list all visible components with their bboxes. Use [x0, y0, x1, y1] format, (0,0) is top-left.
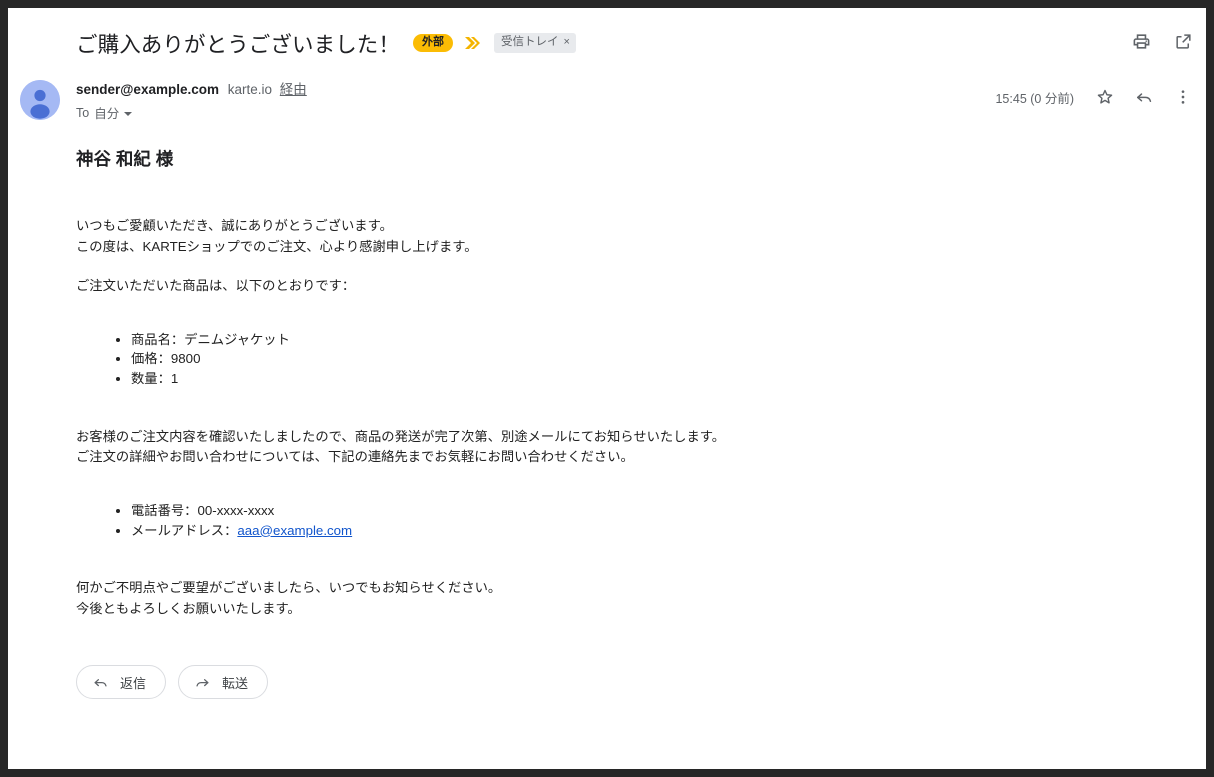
contact-email-link[interactable]: aaa@example.com — [237, 523, 352, 538]
order-items-list: 商品名：デニムジャケット 価格：9800 数量：1 — [76, 330, 1136, 389]
list-item: 電話番号：00-xxxx-xxxx — [131, 501, 1136, 521]
external-badge: 外部 — [413, 34, 454, 52]
list-item: 商品名：デニムジャケット — [131, 330, 1136, 350]
message-body: 神谷 和紀 様 いつもご愛顧いただき、誠にありがとうございます。 この度は、KA… — [76, 146, 1136, 619]
window-frame: ご購入ありがとうございました！ 外部 受信トレイ × sender@exampl… — [0, 0, 1214, 777]
contact-items-list: 電話番号：00-xxxx-xxxx メールアドレス：aaa@example.co… — [76, 501, 1136, 541]
open-in-new-window-icon[interactable] — [1172, 30, 1194, 52]
list-item: メールアドレス：aaa@example.com — [131, 521, 1136, 541]
avatar[interactable] — [20, 80, 60, 120]
contact-label: 電話番号： — [131, 502, 198, 518]
forward-button-label: 転送 — [222, 675, 249, 691]
recipient-value: 自分 — [94, 107, 120, 121]
list-item: 数量：1 — [131, 369, 1136, 389]
label-chip-inbox[interactable]: 受信トレイ × — [494, 33, 576, 53]
reply-button[interactable]: 返信 — [76, 665, 167, 699]
double-chevron-icon — [464, 36, 481, 50]
sender-line: sender@example.com karte.io 経由 — [76, 81, 307, 99]
order-intro: ご注文いただいた商品は、以下のとおりです： — [76, 278, 356, 293]
intro-line-2: この度は、KARTEショップでのご注文、心より感謝申し上げます。 — [76, 238, 478, 254]
subject-row: ご購入ありがとうございました！ 外部 受信トレイ × — [76, 20, 1196, 66]
timestamp: 15:45 (0 分前) — [995, 91, 1074, 106]
contact-value: 00-xxxx-xxxx — [197, 502, 275, 518]
reply-button-label: 返信 — [120, 675, 147, 691]
footer-buttons: 返信 転送 — [76, 665, 269, 699]
sender-via-label[interactable]: 経由 — [280, 82, 307, 97]
forward-arrow-icon — [196, 678, 209, 687]
list-item: 価格：9800 — [131, 349, 1136, 369]
contact-label: メールアドレス： — [131, 522, 238, 538]
print-icon[interactable] — [1130, 30, 1152, 52]
star-outline-icon[interactable] — [1094, 86, 1116, 108]
recipient-prefix: To — [76, 105, 90, 120]
more-vertical-icon[interactable] — [1172, 86, 1194, 108]
shipping-line-2: ご注文の詳細やお問い合わせについては、下記の連絡先までお気軽にお問い合わせくださ… — [76, 449, 634, 465]
forward-button[interactable]: 転送 — [178, 665, 269, 699]
chevron-down-icon[interactable] — [124, 111, 133, 116]
sender-via-domain: karte.io — [227, 82, 273, 97]
person-avatar-icon — [20, 80, 60, 120]
intro-line-1: いつもご愛顧いただき、誠にありがとうございます。 — [76, 218, 393, 233]
closing-line-1: 何かご不明点やご要望がございましたら、いつでもお知らせください。 — [76, 580, 502, 596]
sender-block: sender@example.com karte.io 経由 To 自分 — [76, 81, 307, 122]
message-meta: 15:45 (0 分前) — [995, 86, 1194, 108]
closing-line-2: 今後ともよろしくお願いいたします。 — [76, 600, 301, 616]
recipient-toggle[interactable]: To 自分 — [76, 103, 307, 122]
sender-address[interactable]: sender@example.com — [76, 82, 219, 97]
reply-arrow-icon — [94, 678, 107, 687]
reply-arrow-icon[interactable] — [1133, 86, 1155, 108]
shipping-line-1: お客様のご注文内容を確認いたしましたので、商品の発送が完了次第、別途メールにてお… — [76, 428, 726, 444]
label-chip-text: 受信トレイ — [501, 36, 559, 48]
page-title: ご購入ありがとうございました！ — [76, 32, 401, 57]
close-icon[interactable]: × — [564, 36, 570, 49]
greeting: 神谷 和紀 様 — [76, 149, 174, 169]
email-message-page: ご購入ありがとうございました！ 外部 受信トレイ × sender@exampl… — [8, 8, 1206, 769]
top-actions — [1130, 30, 1194, 52]
